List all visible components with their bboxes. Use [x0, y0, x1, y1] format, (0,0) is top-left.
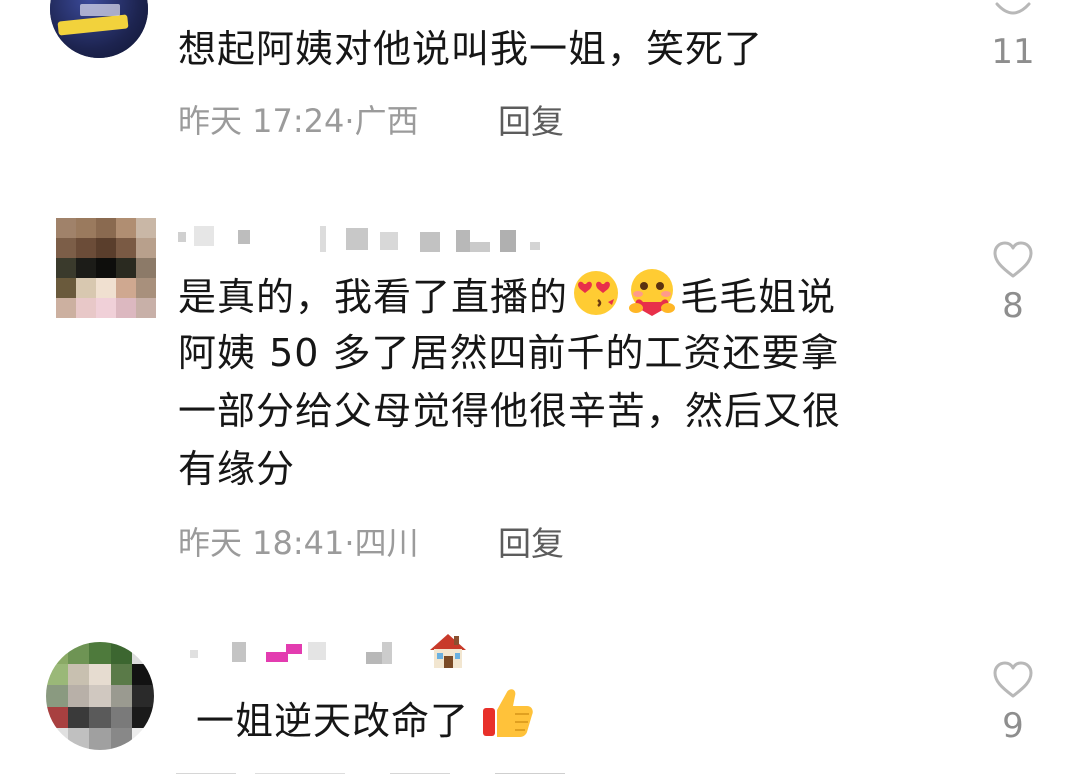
like-button[interactable]: 11 — [968, 0, 1058, 72]
comment-time: 昨天 18:41 — [178, 524, 345, 562]
comment-text-line: 毛毛姐说 — [680, 275, 837, 319]
comment-text-line: 一姐逆天改命了 — [196, 699, 470, 743]
heart-icon — [995, 2, 1031, 15]
comment-location: 广西 — [354, 102, 419, 140]
hugging-heart-emoji — [626, 266, 678, 318]
comment-item: 一姐逆天改命了 9 — [0, 620, 1080, 774]
comment-time: 昨天 17:24 — [178, 102, 345, 140]
comment-text: 是真的，我看了直播的 毛毛姐说 阿姨 50 多了居然四前千的工资还要拿 一部分给父… — [178, 266, 841, 498]
avatar[interactable] — [50, 0, 148, 58]
comment-text-line: 阿姨 50 多了居然四前千的工资还要拿 — [178, 331, 840, 375]
like-count: 11 — [991, 32, 1035, 72]
comment-item: 是真的，我看了直播的 毛毛姐说 阿姨 50 多了居然四前千的工资还要拿 一部分给父… — [0, 200, 1080, 600]
reply-button[interactable]: 回复 — [498, 95, 564, 143]
comment-text-line: 一部分给父母觉得他很辛苦，然后又很 — [178, 389, 842, 433]
thumbs-up-emoji — [479, 684, 537, 742]
reply-button[interactable]: 回复 — [498, 517, 564, 565]
comment-text: 一姐逆天改命了 — [196, 684, 539, 750]
like-button[interactable]: 8 — [968, 240, 1058, 326]
avatar-mosaic — [56, 218, 156, 318]
meta-separator: · — [344, 524, 355, 562]
heart-icon — [993, 661, 1033, 698]
comment-meta: 昨天 18:41·四川 — [178, 518, 419, 564]
comment-text: 想起阿姨对他说叫我一姐，笑死了 — [178, 27, 764, 71]
heart-icon — [993, 241, 1033, 278]
comment-meta: 昨天 17:24·广西 — [178, 96, 419, 142]
comment-location: 四川 — [354, 524, 419, 562]
like-button[interactable]: 9 — [968, 660, 1058, 746]
like-count: 8 — [1002, 286, 1024, 326]
comment-item: 想起阿姨对他说叫我一姐，笑死了 昨天 17:24·广西 回复 11 — [0, 0, 1080, 160]
username-redacted[interactable] — [170, 216, 560, 256]
avatar[interactable] — [46, 642, 154, 750]
comment-text-line: 是真的，我看了直播的 — [178, 275, 569, 319]
avatar[interactable] — [56, 218, 156, 318]
heart-eyes-kiss-emoji — [570, 266, 622, 318]
meta-separator: · — [344, 102, 355, 140]
like-count: 9 — [1002, 706, 1024, 746]
comment-text-line: 有缘分 — [178, 447, 296, 491]
house-emoji — [426, 628, 470, 672]
avatar-mosaic — [46, 642, 154, 750]
